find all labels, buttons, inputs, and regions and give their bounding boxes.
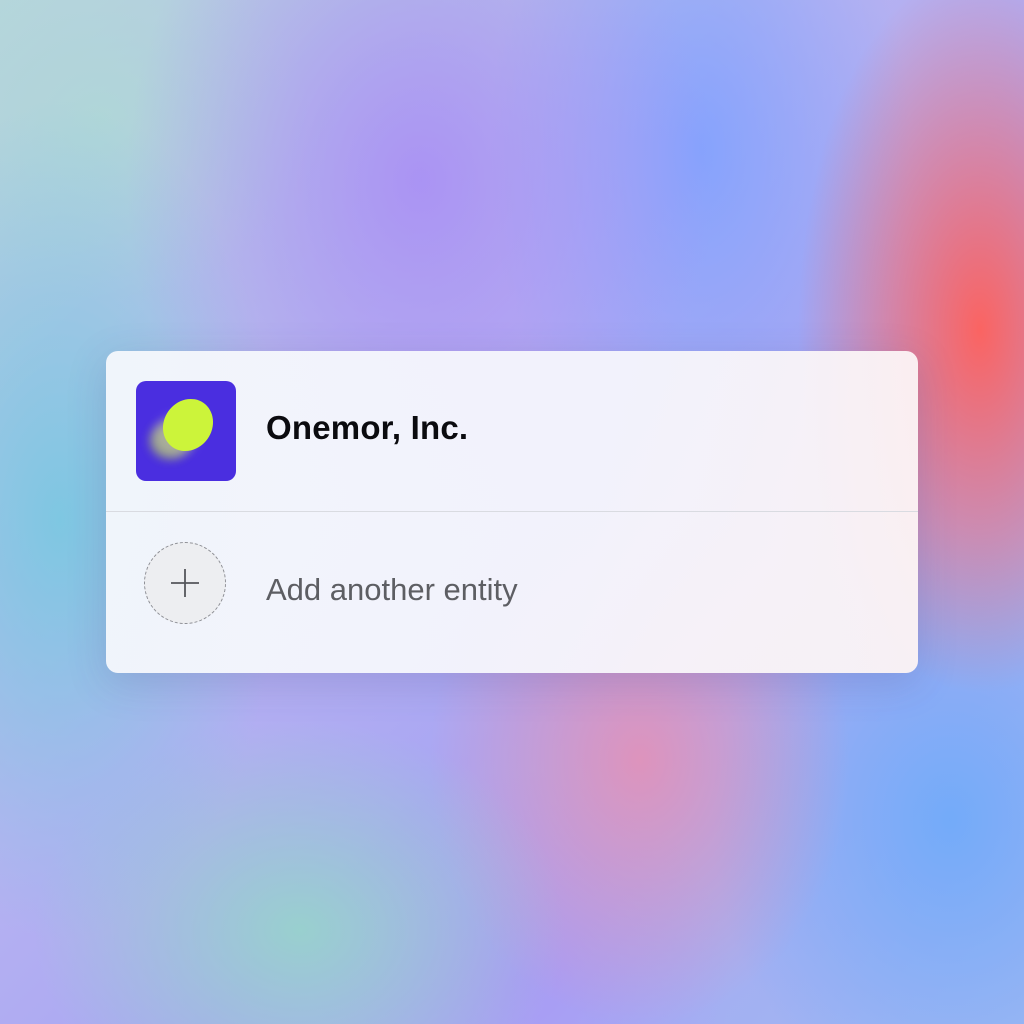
add-entity-button[interactable]: Add another entity bbox=[106, 512, 918, 672]
add-entity-circle[interactable] bbox=[144, 542, 226, 624]
plus-icon bbox=[171, 569, 199, 597]
entity-item-onemor[interactable]: Onemor, Inc. bbox=[106, 351, 918, 511]
entity-switcher-card: Onemor, Inc. Add another entity bbox=[106, 351, 918, 673]
add-entity-label: Add another entity bbox=[266, 572, 518, 607]
onemor-logo-icon bbox=[136, 381, 236, 481]
entity-name: Onemor, Inc. bbox=[266, 409, 469, 446]
